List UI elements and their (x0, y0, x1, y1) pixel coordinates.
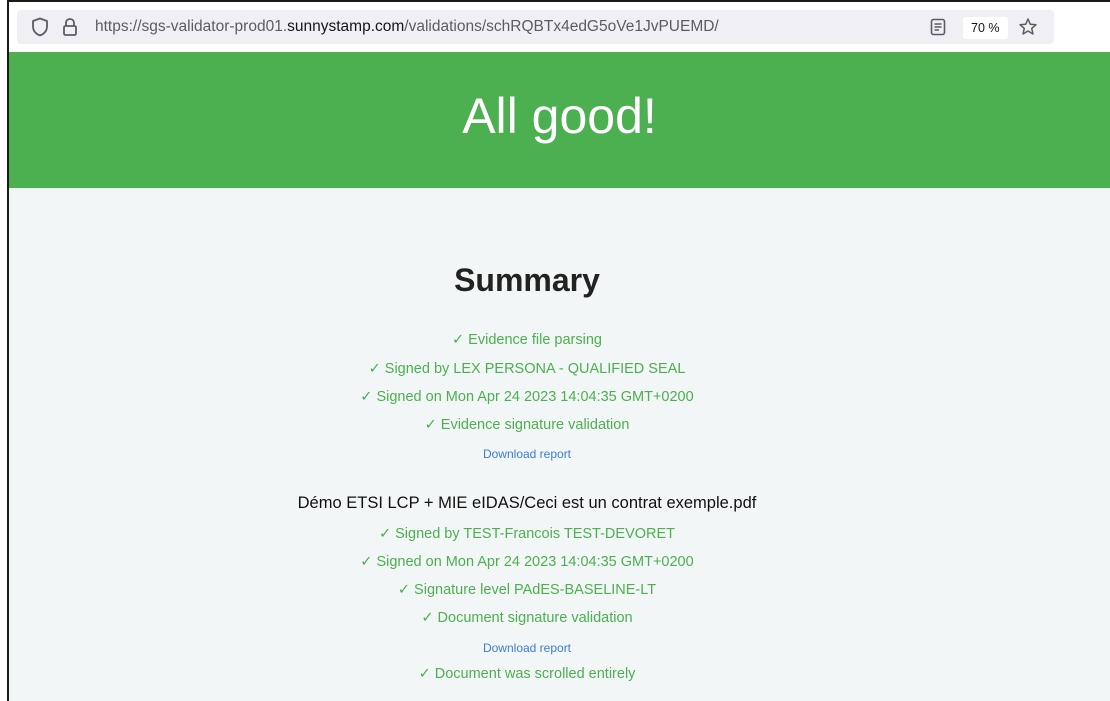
reader-view-icon[interactable] (925, 10, 951, 44)
document-title: Démo ETSI LCP + MIE eIDAS/Ceci est un co… (297, 494, 757, 512)
summary-check-1: ✓ Evidence file parsing (452, 332, 602, 348)
document-check-4: ✓ Document signature validation (421, 610, 633, 626)
summary-title: Summary (454, 262, 600, 298)
url-prefix: https://sgs-validator-prod01. (95, 18, 288, 35)
document-download-report-link[interactable]: Download report (9, 641, 1045, 655)
document-check-1: ✓ Signed by TEST-Francois TEST-DEVORET (378, 526, 676, 542)
summary-check-3: ✓ Signed on Mon Apr 24 2023 14:04:35 GMT… (360, 389, 694, 405)
document-check-3: ✓ Signature level PAdES-BASELINE-LT (397, 582, 657, 598)
url-text[interactable]: https://sgs-validator-prod01.sunnystamp.… (95, 10, 719, 44)
star-icon[interactable] (1015, 10, 1041, 44)
document-scrolled-check: ✓ Document was scrolled entirely (418, 666, 636, 682)
banner-title: All good! (462, 88, 657, 144)
browser-window: https://sgs-validator-prod01.sunnystamp.… (7, 0, 1110, 701)
summary-check-4: ✓ Evidence signature validation (424, 417, 630, 433)
document-check-2: ✓ Signed on Mon Apr 24 2023 14:04:35 GMT… (360, 554, 694, 570)
url-host: sunnystamp.com (287, 18, 405, 35)
zoom-level-button[interactable]: 70 % (963, 17, 1008, 39)
summary-check-2: ✓ Signed by LEX PERSONA - QUALIFIED SEAL (368, 361, 686, 377)
browser-toolbar: https://sgs-validator-prod01.sunnystamp.… (9, 2, 1110, 52)
url-bar[interactable]: https://sgs-validator-prod01.sunnystamp.… (17, 10, 1054, 44)
lock-icon[interactable] (60, 10, 80, 44)
summary-download-report-link[interactable]: Download report (9, 447, 1045, 461)
shield-icon[interactable] (29, 10, 51, 44)
status-banner: All good! (9, 52, 1110, 188)
url-path: /validations/schRQBTx4edG5oVe1JvPUEMD/ (404, 18, 719, 35)
main-content: Summary ✓ Evidence file parsing ✓ Signed… (9, 188, 1110, 701)
